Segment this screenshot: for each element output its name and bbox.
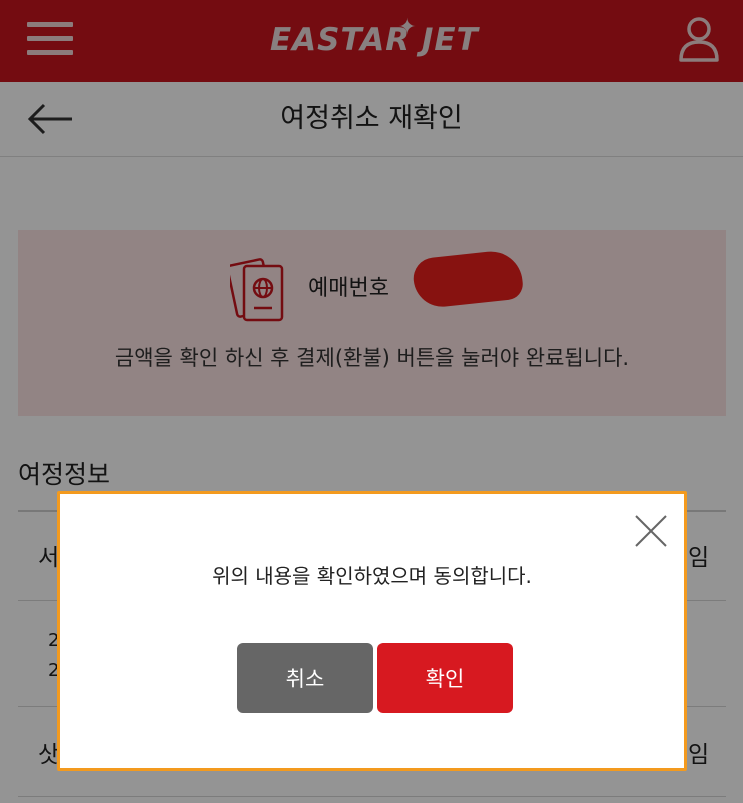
confirm-button[interactable]: 확인: [377, 643, 513, 713]
dialog-message: 위의 내용을 확인하였으며 동의합니다.: [212, 564, 532, 588]
confirm-dialog: 위의 내용을 확인하였으며 동의합니다. 취소 확인: [57, 491, 687, 771]
close-icon[interactable]: [634, 514, 668, 548]
cancel-button[interactable]: 취소: [237, 643, 373, 713]
